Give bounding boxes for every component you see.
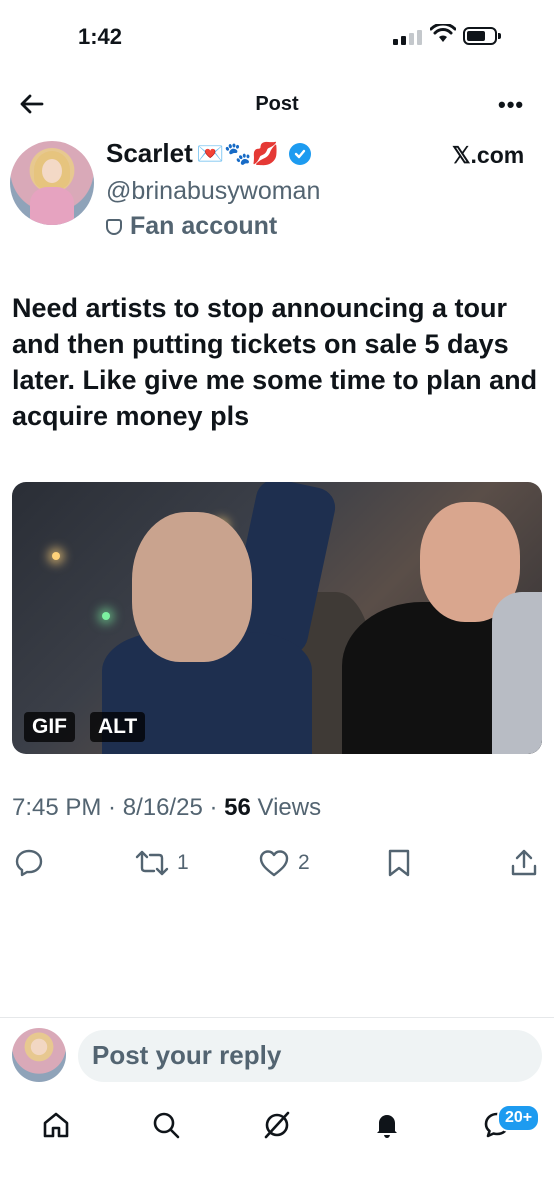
reply-icon [15, 849, 43, 877]
author-name[interactable]: Scarlet [106, 138, 193, 169]
author-name-row[interactable]: Scarlet 💌🐾💋 [106, 138, 311, 169]
tweet-text: Need artists to stop announcing a tour a… [12, 293, 538, 431]
mask-icon [106, 218, 122, 235]
bookmark-icon [388, 849, 410, 877]
page-title: Post [255, 93, 299, 115]
verified-badge-icon [288, 142, 311, 165]
author-handle[interactable]: @brinabusywoman [106, 177, 320, 206]
source-label: 𝕏.com [452, 142, 525, 168]
share-button[interactable] [510, 848, 538, 878]
post-time: 7:45 PM [12, 794, 102, 821]
like-button[interactable]: 2 [258, 848, 310, 878]
views-label: Views [257, 794, 322, 821]
alt-badge[interactable]: ALT [90, 712, 146, 742]
author-emojis: 💌🐾💋 [196, 140, 279, 166]
repost-icon [135, 850, 169, 876]
search-icon[interactable] [151, 1110, 181, 1140]
fan-account-label: Fan account [106, 212, 277, 241]
more-options-icon[interactable]: ••• [498, 92, 524, 118]
battery-icon [463, 27, 501, 45]
current-user-avatar[interactable] [12, 1028, 66, 1082]
cellular-signal-icon [393, 30, 422, 45]
share-icon [511, 849, 537, 876]
reply-button[interactable] [14, 848, 44, 878]
heart-icon [259, 850, 289, 877]
notifications-bell-icon[interactable] [372, 1110, 402, 1140]
gif-media[interactable]: GIF ALT [12, 482, 542, 754]
messages-badge: 20+ [497, 1104, 541, 1132]
grok-icon[interactable] [262, 1110, 292, 1140]
home-icon[interactable] [41, 1110, 71, 1140]
post-meta: 7:45 PM · 8/16/25 · 56 Views [12, 794, 322, 821]
repost-button[interactable]: 1 [135, 848, 189, 878]
like-count: 2 [298, 851, 310, 874]
gif-badge: GIF [24, 712, 75, 742]
divider [0, 1017, 554, 1018]
post-date: 8/16/25 [122, 794, 203, 821]
reply-placeholder[interactable]: Post your reply [92, 1040, 281, 1071]
author-avatar[interactable] [10, 141, 94, 225]
repost-count: 1 [177, 851, 189, 874]
views-count: 56 [224, 794, 251, 821]
status-time: 1:42 [78, 24, 123, 49]
wifi-icon [430, 24, 456, 42]
fan-account-text: Fan account [130, 212, 278, 240]
bookmark-button[interactable] [386, 848, 412, 878]
